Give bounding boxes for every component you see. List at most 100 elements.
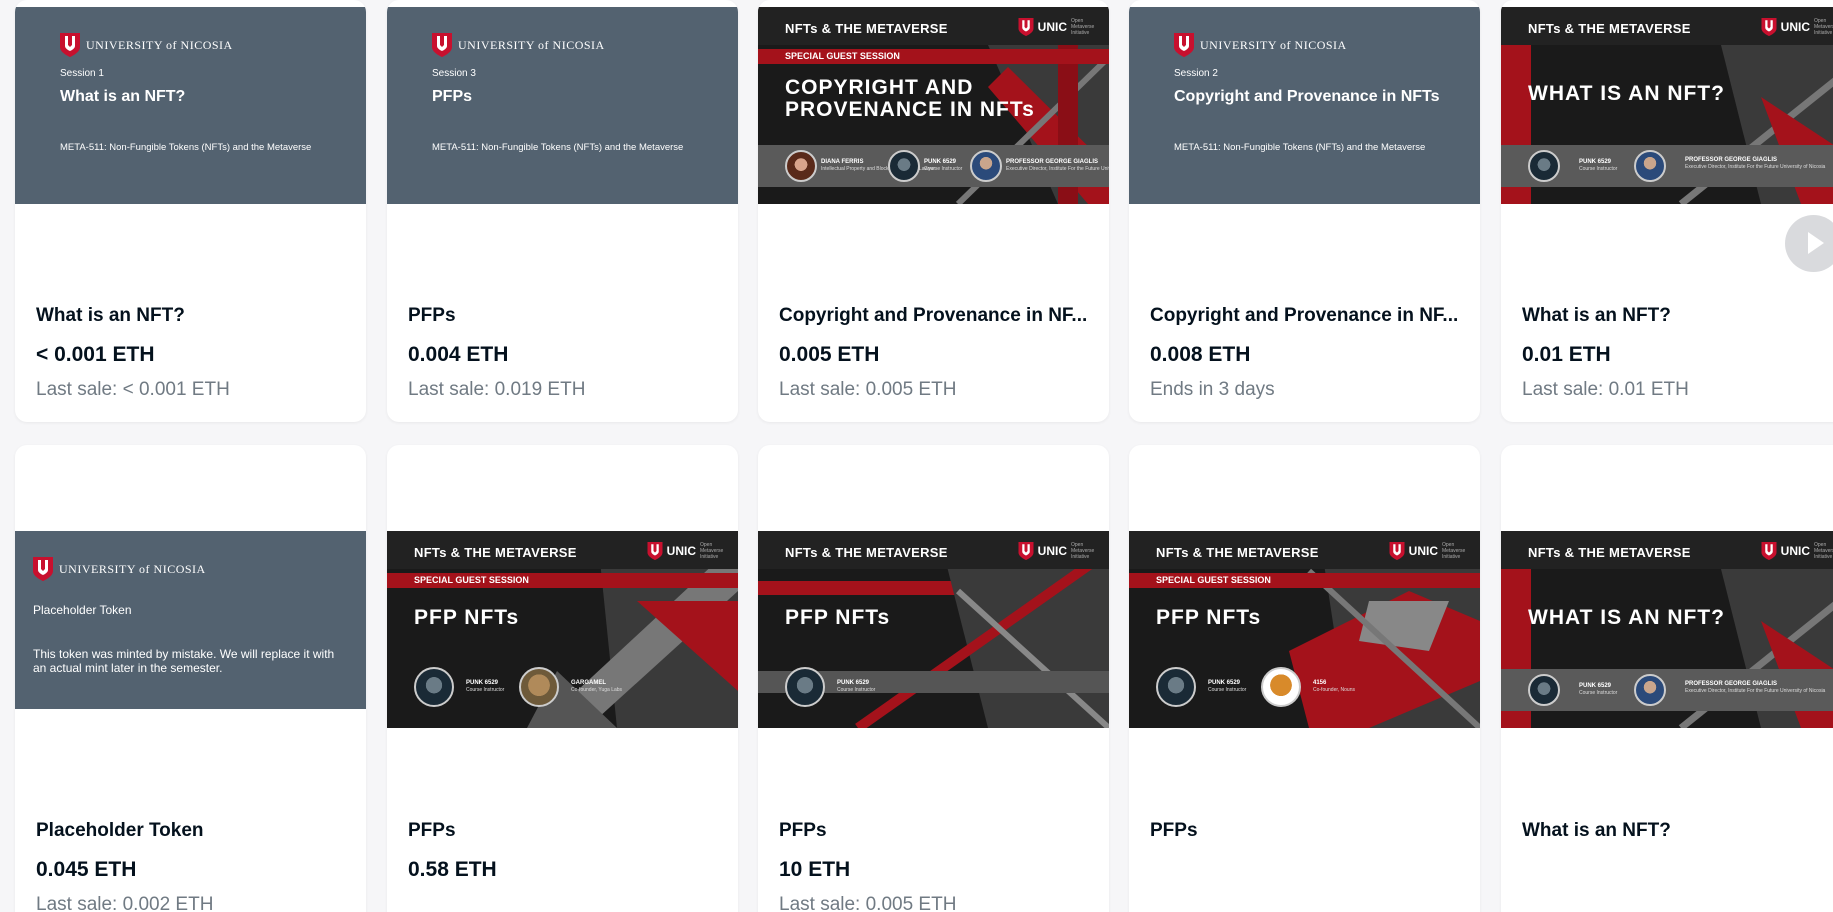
nft-image[interactable]: NFTs & THE METAVERSE UNIC Open Metaverse… xyxy=(1501,531,1833,728)
university-logo: UNIVERSITY of NICOSIA xyxy=(1174,33,1347,57)
speaker-avatar xyxy=(1261,667,1301,707)
slide-header: NFTs & THE METAVERSE xyxy=(1528,21,1691,36)
nft-image[interactable]: NFTs & THE METAVERSE UNIC Open Metaverse… xyxy=(387,531,738,728)
card-price: 0.045 ETH xyxy=(36,858,137,881)
slide-header: NFTs & THE METAVERSE xyxy=(785,21,948,36)
nft-image[interactable]: NFTs & THE METAVERSE UNIC Open Metaverse… xyxy=(758,531,1109,728)
card-title[interactable]: PFPs xyxy=(408,305,717,327)
slide-title: PFP NFTs xyxy=(1156,606,1262,629)
card-title[interactable]: What is an NFT? xyxy=(36,305,345,327)
university-logo: UNIVERSITY of NICOSIA xyxy=(33,557,206,581)
nft-card[interactable]: UNIVERSITY of NICOSIA Session 1 What is … xyxy=(15,0,366,422)
guest-badge-label: SPECIAL GUEST SESSION xyxy=(1156,575,1271,585)
card-last-sale: Last sale: 0.005 ETH xyxy=(779,894,957,912)
nft-card[interactable]: UNIVERSITY of NICOSIA Placeholder Token … xyxy=(15,445,366,912)
unic-text: UNIC xyxy=(1037,20,1067,34)
speaker-name: GARGAMEL Co-founder, Yuga Labs xyxy=(571,680,623,693)
slide-title: PFPs xyxy=(432,88,473,105)
card-title[interactable]: PFPs xyxy=(779,820,1088,842)
nft-image[interactable]: UNIVERSITY of NICOSIA Session 2 Copyrigh… xyxy=(1129,7,1480,204)
nft-card[interactable]: NFTs & THE METAVERSE UNIC Open Metaverse… xyxy=(758,445,1109,912)
speaker-avatar xyxy=(888,150,920,182)
speaker-name: PUNK 6529 Course Instructor xyxy=(1208,680,1247,693)
slide-header: NFTs & THE METAVERSE xyxy=(1528,545,1691,560)
shield-icon xyxy=(1761,542,1777,560)
slide-title: Copyright and Provenance in NFTs xyxy=(1174,88,1440,105)
nft-image[interactable]: UNIVERSITY of NICOSIA Placeholder Token … xyxy=(15,531,366,709)
card-title[interactable]: PFPs xyxy=(408,820,717,842)
slide-course: META-511: Non-Fungible Tokens (NFTs) and… xyxy=(1174,142,1426,153)
play-icon[interactable] xyxy=(1785,215,1833,272)
speaker-name: PROFESSOR GEORGE GIAGLIS Executive Direct… xyxy=(1006,159,1109,172)
slide-title: COPYRIGHT AND PROVENANCE IN NFTs xyxy=(785,76,1035,121)
shield-icon xyxy=(1389,542,1405,560)
shield-icon xyxy=(1018,18,1034,36)
unic-text: UNIC xyxy=(666,544,696,558)
nft-image[interactable]: UNIVERSITY of NICOSIA Session 1 What is … xyxy=(15,7,366,204)
university-logo: UNIVERSITY of NICOSIA xyxy=(432,33,605,57)
slide-title: PFP NFTs xyxy=(785,606,891,629)
nft-image[interactable]: NFTs & THE METAVERSE UNIC Open Metaverse… xyxy=(1501,7,1833,204)
card-price: < 0.001 ETH xyxy=(36,343,155,366)
slide-session: Session 1 xyxy=(60,68,104,79)
nft-card[interactable]: NFTs & THE METAVERSE UNIC Open Metaverse… xyxy=(1129,445,1480,912)
slide-session: Session 2 xyxy=(1174,68,1218,79)
speaker-avatar xyxy=(1156,667,1196,707)
unic-subtext: Open Metaverse Initiative xyxy=(1071,18,1095,36)
university-name: UNIVERSITY of NICOSIA xyxy=(458,37,605,52)
card-auction-end: Ends in 3 days xyxy=(1150,379,1275,400)
speaker-avatar xyxy=(1634,150,1666,182)
slide-course: META-511: Non-Fungible Tokens (NFTs) and… xyxy=(432,142,684,153)
card-last-sale: Last sale: 0.002 ETH xyxy=(36,894,214,912)
speaker-avatar xyxy=(1528,150,1560,182)
card-last-sale: Last sale: 0.005 ETH xyxy=(779,379,957,400)
card-title[interactable]: Placeholder Token xyxy=(36,820,345,842)
slide-course: META-511: Non-Fungible Tokens (NFTs) and… xyxy=(60,142,312,153)
speaker-avatar xyxy=(785,150,817,182)
card-title[interactable]: PFPs xyxy=(1150,820,1459,842)
unic-subtext: Open Metaverse Initiative xyxy=(1071,542,1095,560)
unic-subtext: Open Metaverse Initiative xyxy=(1814,542,1833,560)
speaker-name: PUNK 6529 Course Instructor xyxy=(837,680,876,693)
nft-card[interactable]: NFTs & THE METAVERSE UNIC Open Metaverse… xyxy=(758,0,1109,422)
card-price: 0.01 ETH xyxy=(1522,343,1611,366)
slide-title: Placeholder Token xyxy=(33,603,132,617)
card-title[interactable]: Copyright and Provenance in NF... xyxy=(1150,305,1459,327)
shield-icon xyxy=(60,33,80,57)
university-name: UNIVERSITY of NICOSIA xyxy=(59,561,206,576)
card-price: 0.004 ETH xyxy=(408,343,509,366)
card-title[interactable]: Copyright and Provenance in NF... xyxy=(779,305,1088,327)
card-last-sale: Last sale: 0.019 ETH xyxy=(408,379,586,400)
nft-card[interactable]: UNIVERSITY of NICOSIA Session 2 Copyrigh… xyxy=(1129,0,1480,422)
university-name: UNIVERSITY of NICOSIA xyxy=(86,37,233,52)
unic-text: UNIC xyxy=(1408,544,1438,558)
nft-card[interactable]: NFTs & THE METAVERSE UNIC Open Metaverse… xyxy=(1501,0,1833,422)
shield-icon xyxy=(33,557,53,581)
slide-title: WHAT IS AN NFT? xyxy=(1528,82,1725,105)
card-title[interactable]: What is an NFT? xyxy=(1522,305,1831,327)
nft-image[interactable]: NFTs & THE METAVERSE UNIC Open Metaverse… xyxy=(1129,531,1480,728)
unic-logo: UNIC Open Metaverse Initiative xyxy=(1018,542,1097,560)
speaker-avatar xyxy=(785,667,825,707)
card-title[interactable]: What is an NFT? xyxy=(1522,820,1831,842)
speaker-avatar xyxy=(414,667,454,707)
unic-logo: UNIC Open Metaverse Initiative xyxy=(1389,542,1468,560)
speaker-avatar xyxy=(519,667,559,707)
nft-card[interactable]: NFTs & THE METAVERSE UNIC Open Metaverse… xyxy=(1501,445,1833,912)
shield-icon xyxy=(1018,542,1034,560)
nft-image[interactable]: UNIVERSITY of NICOSIA Session 3 PFPs MET… xyxy=(387,7,738,204)
nft-grid: UNIVERSITY of NICOSIA Session 1 What is … xyxy=(0,0,1833,912)
nft-image[interactable]: NFTs & THE METAVERSE UNIC Open Metaverse… xyxy=(758,7,1109,204)
nft-card[interactable]: NFTs & THE METAVERSE UNIC Open Metaverse… xyxy=(387,445,738,912)
slide-title: PFP NFTs xyxy=(414,606,520,629)
slide-header: NFTs & THE METAVERSE xyxy=(785,545,948,560)
speaker-avatar xyxy=(1528,674,1560,706)
university-logo: UNIVERSITY of NICOSIA xyxy=(60,33,233,57)
speaker-avatar xyxy=(970,150,1002,182)
unic-subtext: Open Metaverse Initiative xyxy=(1814,18,1833,36)
nft-card[interactable]: UNIVERSITY of NICOSIA Session 3 PFPs MET… xyxy=(387,0,738,422)
speaker-name: PROFESSOR GEORGE GIAGLIS Executive Direct… xyxy=(1685,681,1826,694)
university-name: UNIVERSITY of NICOSIA xyxy=(1200,37,1347,52)
slide-session: Session 3 xyxy=(432,68,476,79)
slide-body: This token was minted by mistake. We wil… xyxy=(33,647,335,675)
